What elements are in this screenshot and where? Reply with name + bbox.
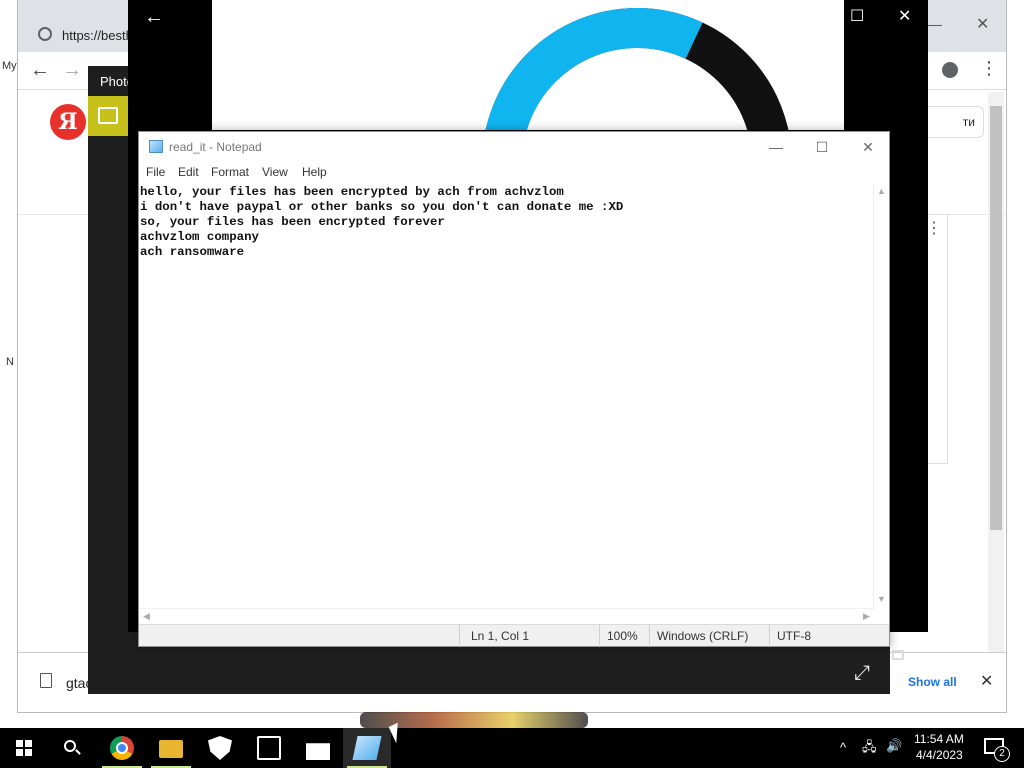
notepad-window: read_it - Notepad — ☐ ✕ File Edit Format…: [138, 131, 890, 647]
scroll-up-arrow-icon[interactable]: ▲: [877, 186, 886, 196]
clapperboard-icon: [306, 743, 330, 760]
line-endings: Windows (CRLF): [657, 629, 749, 643]
image-icon: [98, 107, 118, 124]
show-hidden-icons-chevron-icon[interactable]: ^: [840, 740, 846, 755]
viewer-minimize-button[interactable]: —: [804, 6, 820, 24]
encoding: UTF-8: [777, 629, 811, 643]
text-line: ach ransomware: [140, 245, 245, 259]
menu-view[interactable]: View: [262, 165, 288, 179]
expand-icon[interactable]: ⤢: [854, 662, 870, 685]
download-bar-close-button[interactable]: ✕: [980, 671, 993, 691]
windows-logo-icon: [16, 740, 32, 756]
clock-date[interactable]: 4/4/2023: [916, 748, 963, 762]
file-explorer-taskbar[interactable]: [147, 728, 195, 768]
chrome-close-button[interactable]: ✕: [976, 14, 989, 34]
viewer-close-button[interactable]: ✕: [898, 6, 911, 26]
chrome-icon: [110, 736, 134, 760]
menu-bar: File Edit Format View Help: [139, 162, 889, 184]
viewer-maximize-button[interactable]: ☐: [850, 6, 864, 26]
folder-icon: [159, 740, 183, 758]
notepad-icon: [149, 140, 163, 153]
text-line: so, your files has been encrypted foreve…: [140, 215, 445, 229]
chrome-scroll-thumb[interactable]: [990, 106, 1002, 530]
cursor-position: Ln 1, Col 1: [471, 629, 530, 643]
text-line: achvzlom company: [140, 230, 259, 244]
scroll-down-arrow-icon[interactable]: ▼: [877, 594, 886, 604]
maximize-button[interactable]: ☐: [799, 136, 845, 158]
search-icon: [64, 740, 76, 752]
start-button[interactable]: [0, 728, 48, 768]
viewer-image: [212, 0, 844, 130]
notepad-icon: [352, 736, 382, 760]
file-icon: [40, 673, 52, 688]
notification-count-badge: 2: [994, 746, 1010, 762]
profile-icon[interactable]: [942, 62, 958, 78]
desktop-icon-label: My: [2, 60, 17, 72]
photos-taskbar[interactable]: [245, 728, 293, 768]
status-separator: [459, 625, 460, 647]
notepad-titlebar[interactable]: read_it - Notepad — ☐ ✕: [139, 132, 889, 162]
volume-icon[interactable]: 🔊: [886, 738, 902, 754]
chrome-taskbar[interactable]: [98, 728, 146, 768]
minimize-button[interactable]: —: [753, 136, 799, 158]
close-button[interactable]: ✕: [845, 136, 891, 158]
status-separator: [769, 625, 770, 647]
search-button[interactable]: [48, 728, 96, 768]
shield-icon: [208, 736, 232, 760]
panel-icon[interactable]: [892, 650, 904, 660]
side-card: [926, 214, 948, 464]
photos-app-icon: [88, 96, 128, 136]
text-editor[interactable]: hello, your files has been encrypted by …: [139, 184, 875, 608]
text-line: i don't have paypal or other banks so yo…: [140, 200, 624, 214]
chrome-minimize-button[interactable]: —: [928, 16, 942, 32]
back-arrow-icon[interactable]: ←: [30, 59, 50, 82]
horizontal-scrollbar[interactable]: ◀ ▶: [139, 608, 875, 624]
menu-help[interactable]: Help: [302, 165, 327, 179]
viewer-back-button[interactable]: ←: [144, 6, 164, 29]
card-menu-icon[interactable]: ⋮: [926, 218, 942, 238]
zoom-level: 100%: [607, 629, 638, 643]
window-title: read_it - Notepad: [169, 140, 262, 154]
status-separator: [599, 625, 600, 647]
video-editor-taskbar[interactable]: [294, 728, 342, 768]
ring-accent-shape: [438, 0, 836, 130]
vertical-scrollbar[interactable]: ▲ ▼: [873, 184, 889, 608]
taskbar: ^ 🖧 🔊 11:54 AM 4/4/2023 2: [0, 728, 1024, 768]
security-taskbar[interactable]: [196, 728, 244, 768]
forward-arrow-icon[interactable]: →: [62, 59, 82, 82]
status-separator: [649, 625, 650, 647]
text-line: hello, your files has been encrypted by …: [140, 185, 564, 199]
scroll-left-arrow-icon[interactable]: ◀: [143, 611, 150, 622]
scroll-right-arrow-icon[interactable]: ▶: [863, 611, 870, 622]
clock-time[interactable]: 11:54 AM: [914, 732, 964, 746]
desktop-icon-label: N: [6, 356, 14, 368]
globe-icon: [38, 27, 52, 41]
chrome-menu-icon[interactable]: ⋮: [980, 58, 998, 79]
chrome-tab[interactable]: https://besth: [62, 28, 133, 43]
menu-format[interactable]: Format: [211, 165, 249, 179]
status-bar: Ln 1, Col 1 100% Windows (CRLF) UTF-8: [139, 624, 889, 647]
menu-edit[interactable]: Edit: [178, 165, 199, 179]
yandex-logo[interactable]: Я: [50, 104, 86, 140]
menu-file[interactable]: File: [146, 165, 165, 179]
notepad-taskbar[interactable]: [343, 728, 391, 768]
show-all-button[interactable]: Show all: [908, 675, 957, 689]
photo-icon: [257, 736, 281, 760]
network-icon[interactable]: 🖧: [862, 738, 877, 760]
